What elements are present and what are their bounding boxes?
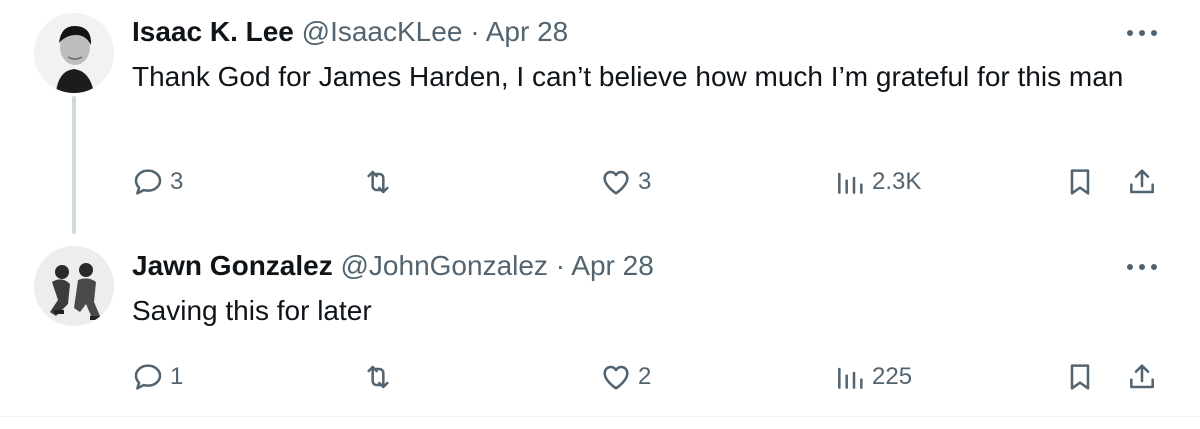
- share-icon: [1130, 364, 1154, 389]
- avatar[interactable]: [34, 13, 114, 93]
- heart-icon: [603, 170, 629, 195]
- separator: ·: [555, 250, 566, 281]
- reply-button[interactable]: 1: [132, 357, 183, 397]
- avatar-image: [34, 246, 114, 326]
- share-icon: [1130, 169, 1154, 194]
- views-icon: [838, 172, 863, 194]
- view-count: 225: [872, 363, 913, 390]
- more-icon: [1127, 264, 1157, 270]
- retweet-button[interactable]: [362, 357, 394, 397]
- like-count: 3: [638, 168, 652, 195]
- avatar-image: [34, 13, 114, 93]
- author-handle[interactable]: @JohnGonzalez: [341, 250, 548, 281]
- separator: ·: [470, 16, 480, 47]
- reply-icon: [134, 169, 162, 195]
- reply-icon: [134, 364, 162, 390]
- views-icon: [838, 367, 863, 389]
- views-button[interactable]: 2.3K: [834, 162, 921, 202]
- tweet[interactable]: Isaac K. Lee @IsaacKLee · Apr 28 Thank G…: [0, 0, 1200, 240]
- tweet-header: Jawn Gonzalez @JohnGonzalez · Apr 28: [132, 248, 1120, 284]
- views-button[interactable]: 225: [834, 357, 912, 397]
- bookmark-button[interactable]: [1064, 357, 1096, 397]
- retweet-icon: [367, 170, 389, 194]
- tweet[interactable]: Jawn Gonzalez @JohnGonzalez · Apr 28 Sav…: [0, 240, 1200, 416]
- tweet-text: Saving this for later: [132, 295, 372, 326]
- author-handle[interactable]: @IsaacKLee: [302, 16, 463, 47]
- like-count: 2: [638, 363, 652, 390]
- retweet-icon: [367, 365, 389, 389]
- share-button[interactable]: [1126, 357, 1158, 397]
- bookmark-icon: [1070, 169, 1090, 195]
- like-button[interactable]: 3: [600, 162, 651, 202]
- heart-icon: [603, 365, 629, 390]
- avatar[interactable]: [34, 246, 114, 326]
- author-name[interactable]: Jawn Gonzalez: [132, 250, 333, 281]
- view-count: 2.3K: [872, 168, 922, 195]
- like-button[interactable]: 2: [600, 357, 651, 397]
- tweet-actions: 1 2 225: [0, 357, 1200, 397]
- reply-count: 1: [170, 363, 184, 390]
- reply-button[interactable]: 3: [132, 162, 183, 202]
- more-options-button[interactable]: [1122, 252, 1162, 282]
- divider: [0, 416, 1200, 417]
- share-button[interactable]: [1126, 162, 1158, 202]
- tweet-text: Thank God for James Harden, I can’t beli…: [132, 61, 1124, 92]
- more-options-button[interactable]: [1122, 18, 1162, 48]
- tweet-header: Isaac K. Lee @IsaacKLee · Apr 28: [132, 14, 1120, 50]
- reply-count: 3: [170, 168, 184, 195]
- bookmark-button[interactable]: [1064, 162, 1096, 202]
- author-name[interactable]: Isaac K. Lee: [132, 16, 294, 47]
- bookmark-icon: [1070, 364, 1090, 390]
- retweet-button[interactable]: [362, 162, 394, 202]
- more-icon: [1127, 30, 1157, 36]
- tweet-date[interactable]: Apr 28: [571, 250, 654, 281]
- tweet-actions: 3 3 2.3K: [0, 162, 1200, 202]
- tweet-date[interactable]: Apr 28: [486, 16, 569, 47]
